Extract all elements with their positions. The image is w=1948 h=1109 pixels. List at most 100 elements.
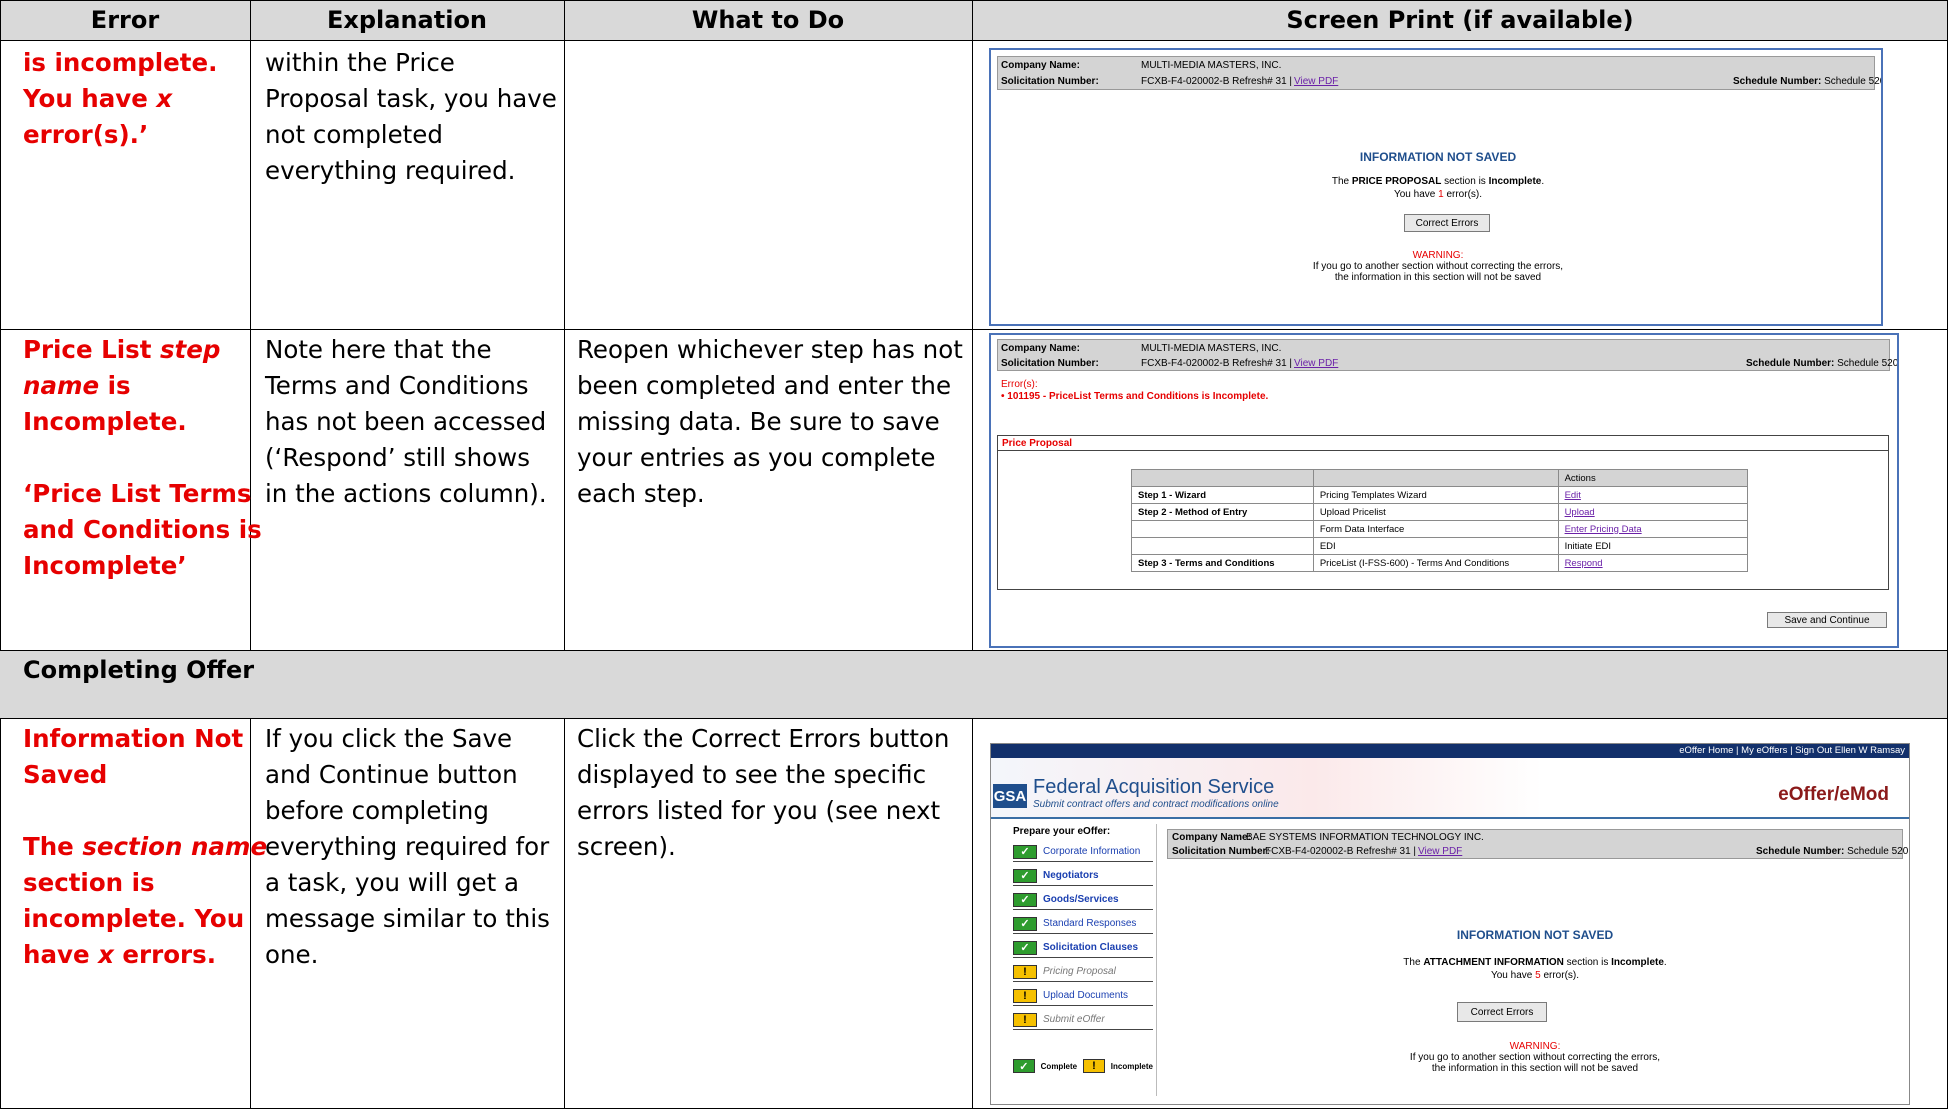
- sidebar-item[interactable]: ! Upload Documents: [1013, 986, 1153, 1006]
- row2-explanation-line: Terms and Conditions: [265, 371, 529, 400]
- schedule-number: Schedule Number: Schedule 520: [1733, 76, 1883, 87]
- row3-error-line: [23, 793, 267, 829]
- top-nav-links[interactable]: eOffer Home | My eOffers | Sign Out Elle…: [1679, 745, 1905, 756]
- row2-error-line: Price List step: [23, 335, 221, 364]
- row1-error-line: You have x: [23, 84, 173, 113]
- msg-text: section is: [1563, 957, 1612, 968]
- panel-header: [998, 436, 1888, 451]
- row2-todo-line: each step.: [577, 479, 705, 508]
- row2-explanation-line: (‘Respond’ still shows: [265, 443, 530, 472]
- sidebar-item[interactable]: ✓ Corporate Information: [1013, 842, 1153, 862]
- row1-error: is incomplete. You have x error(s).’: [23, 45, 217, 153]
- row3-explanation-line: and Continue button: [265, 760, 518, 789]
- correct-errors-button[interactable]: Correct Errors: [1404, 214, 1490, 232]
- table-row: Step 3 - Terms and Conditions PriceList …: [1131, 554, 1749, 572]
- row3-error-line: incomplete. You: [23, 904, 245, 933]
- row1-explanation: within the Price Proposal task, you have…: [265, 45, 557, 189]
- msg-text: section is: [1441, 176, 1489, 187]
- view-pdf-link[interactable]: View PDF: [1418, 846, 1462, 857]
- item-cell: Pricing Templates Wizard: [1312, 486, 1559, 504]
- screenshot-price-proposal-not-saved: Company Name: MULTI-MEDIA MASTERS, INC. …: [989, 48, 1883, 326]
- steps-table: Actions Step 1 - Wizard Pricing Template…: [1131, 469, 1749, 572]
- row2-todo-line: been completed and enter the: [577, 371, 952, 400]
- row2-error: Price List step name is Incomplete. ‘Pri…: [23, 332, 262, 584]
- row2-what-to-do: Reopen whichever step has not been compl…: [577, 332, 963, 512]
- item-cell: EDI: [1312, 537, 1559, 555]
- view-pdf-link[interactable]: View PDF: [1294, 358, 1338, 369]
- enter-pricing-data-link[interactable]: Enter Pricing Data: [1557, 520, 1749, 538]
- check-icon: ✓: [1013, 844, 1037, 859]
- table-row: Step 1 - Wizard Pricing Templates Wizard…: [1131, 486, 1749, 504]
- row2-error-line: Incomplete’: [23, 551, 187, 580]
- save-and-continue-button[interactable]: Save and Continue: [1767, 612, 1887, 628]
- legend-incomplete: Incomplete: [1110, 1061, 1153, 1071]
- screenshot-price-list-incomplete: Company Name: MULTI-MEDIA MASTERS, INC. …: [989, 333, 1899, 648]
- not-saved-heading: INFORMATION NOT SAVED: [1359, 150, 1517, 164]
- check-icon: ✓: [1013, 940, 1037, 955]
- correct-errors-button[interactable]: Correct Errors: [1457, 1002, 1547, 1022]
- warning-icon: !: [1013, 964, 1037, 979]
- count-text: error(s).: [1540, 970, 1580, 981]
- errors-label: Error(s):: [1001, 379, 1038, 390]
- msg-section: PRICE PROPOSAL: [1351, 176, 1442, 187]
- respond-link[interactable]: Respond: [1557, 554, 1749, 572]
- company-label: Company Name:: [1001, 60, 1080, 71]
- header-error: Error: [90, 6, 160, 34]
- row3-error-line: section is: [23, 868, 155, 897]
- error-count-message: You have 5 error(s).: [1167, 970, 1903, 981]
- warning-text: If you go to another section without cor…: [1409, 1052, 1661, 1063]
- steps-header-cell: [1312, 469, 1559, 487]
- msg-status: Incomplete: [1488, 176, 1542, 187]
- check-icon: ✓: [1013, 1059, 1035, 1073]
- msg-status: Incomplete: [1611, 957, 1664, 968]
- company-value: MULTI-MEDIA MASTERS, INC.: [1141, 60, 1282, 71]
- sidebar-item-label: Standard Responses: [1043, 918, 1137, 929]
- solicitation-value: FCXB-F4-020002-B Refresh# 31 |: [1265, 846, 1417, 857]
- item-cell: Form Data Interface: [1312, 520, 1559, 538]
- table-row: Step 2 - Method of Entry Upload Pricelis…: [1131, 503, 1749, 521]
- schedule-value: Schedule 520: [1847, 846, 1909, 857]
- legend-complete: Complete: [1040, 1061, 1078, 1071]
- warning-icon: !: [1013, 988, 1037, 1003]
- actions-header: Actions: [1557, 469, 1749, 487]
- sidebar-item[interactable]: ✓ Goods/Services: [1013, 890, 1153, 910]
- steps-header-row: Actions: [1131, 469, 1749, 487]
- table-row: EDI Initiate EDI: [1131, 537, 1749, 555]
- row2-error-line: [23, 440, 262, 476]
- sidebar-item-label: Goods/Services: [1043, 894, 1119, 905]
- msg-text: The: [1331, 176, 1352, 187]
- row2-explanation: Note here that the Terms and Conditions …: [265, 332, 547, 512]
- section-title: Completing Offer: [23, 656, 255, 684]
- schedule-value: Schedule 520: [1824, 76, 1883, 87]
- sidebar-item[interactable]: ✓ Solicitation Clauses: [1013, 938, 1153, 958]
- sidebar-item-label: Corporate Information: [1043, 846, 1141, 857]
- company-value: BAE SYSTEMS INFORMATION TECHNOLOGY INC.: [1246, 832, 1484, 843]
- row3-error-line: Saved: [23, 760, 108, 789]
- steps-header-cell: [1131, 469, 1314, 487]
- error-item: • 101195 - PriceList Terms and Condition…: [1001, 391, 1269, 402]
- warning-text: If you go to another section without cor…: [1312, 261, 1564, 272]
- upload-link[interactable]: Upload: [1557, 503, 1749, 521]
- warning-icon: !: [1013, 1012, 1037, 1027]
- row3-todo-line: displayed to see the specific: [577, 760, 927, 789]
- sidebar-item[interactable]: ✓ Standard Responses: [1013, 914, 1153, 934]
- sidebar-item[interactable]: ✓ Negotiators: [1013, 866, 1153, 886]
- header-explanation: Explanation: [326, 6, 488, 34]
- row2-todo-line: your entries as you complete: [577, 443, 936, 472]
- sidebar-item-label: Upload Documents: [1043, 990, 1129, 1001]
- step-cell: Step 3 - Terms and Conditions: [1131, 554, 1314, 572]
- solicitation-label: Solicitation Number:: [1172, 846, 1270, 857]
- status-legend: ✓ Complete ! Incomplete: [1013, 1056, 1153, 1076]
- step-cell: [1131, 537, 1314, 555]
- service-title: Federal Acquisition Service: [1033, 776, 1275, 798]
- solicitation-label: Solicitation Number:: [1001, 76, 1099, 87]
- edit-link[interactable]: Edit: [1557, 486, 1749, 504]
- price-proposal-panel: Price Proposal Actions Step 1 - Wizard P…: [997, 435, 1889, 590]
- row1-explanation-line: within the Price: [265, 48, 455, 77]
- row3-explanation-line: message similar to this: [265, 904, 550, 933]
- row3-explanation-line: everything required for: [265, 832, 550, 861]
- schedule-label: Schedule Number:: [1756, 846, 1845, 857]
- item-cell: Upload Pricelist: [1312, 503, 1559, 521]
- warning-text: the information in this section will not…: [1334, 272, 1542, 283]
- view-pdf-link[interactable]: View PDF: [1294, 76, 1338, 87]
